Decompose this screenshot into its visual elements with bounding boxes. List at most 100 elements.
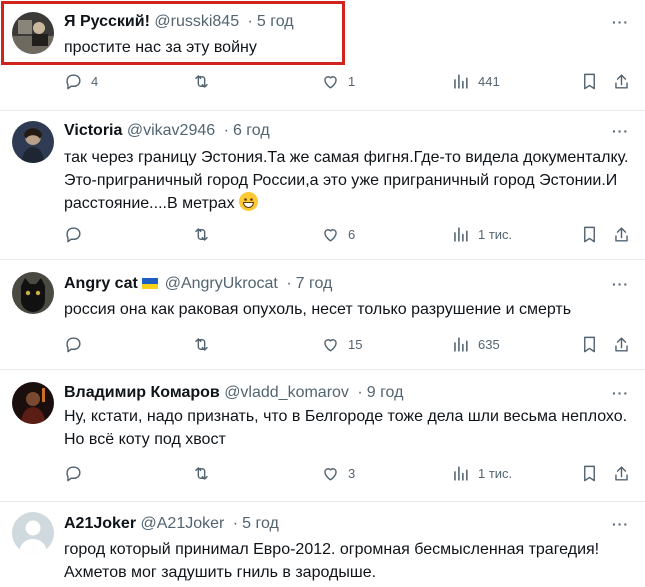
action-bar: 15 635	[0, 335, 645, 357]
avatar[interactable]	[12, 512, 54, 554]
display-name[interactable]: Angry cat	[64, 275, 138, 292]
reply-icon	[66, 337, 81, 353]
reply-button[interactable]	[64, 225, 91, 244]
share-button[interactable]	[612, 225, 631, 244]
divider	[0, 369, 645, 370]
timestamp[interactable]: 9 год	[367, 384, 404, 401]
retweet-button[interactable]	[192, 225, 219, 244]
share-button[interactable]	[612, 72, 631, 91]
retweet-icon	[195, 75, 208, 88]
views-count: 441	[478, 74, 500, 89]
views-button[interactable]: 1 тис.	[451, 225, 512, 244]
ukraine-flag-icon	[142, 278, 159, 289]
timestamp[interactable]: 5 год	[242, 515, 279, 532]
like-count: 15	[348, 337, 363, 352]
share-icon	[615, 74, 628, 89]
tweet-header: A21Joker @A21Joker · 5 год	[64, 514, 279, 534]
timestamp[interactable]: 6 год	[233, 122, 270, 139]
tweet-text: Ну, кстати, надо признать, что в Белгоро…	[64, 408, 628, 448]
reply-button[interactable]: 4	[64, 72, 98, 91]
more-icon[interactable]: ···	[612, 386, 629, 400]
views-count: 1 тис.	[478, 466, 513, 481]
action-bar: 3 1 тис.	[0, 464, 645, 486]
bookmark-icon	[584, 465, 595, 482]
action-bar: 4 1 441	[0, 72, 645, 94]
tweet-text: город который принимал Евро-2012. огромн…	[64, 541, 600, 581]
divider	[0, 501, 645, 502]
tweet-header: Владимир Комаров @vladd_komarov · 9 год	[64, 383, 403, 403]
separator-dot: ·	[223, 122, 229, 139]
bookmark-button[interactable]	[580, 464, 599, 483]
reply-icon	[66, 227, 81, 243]
avatar[interactable]	[12, 272, 54, 314]
views-button[interactable]: 1 тис.	[451, 464, 512, 483]
views-icon	[454, 227, 468, 242]
bookmark-icon	[584, 336, 595, 353]
like-button[interactable]: 3	[321, 464, 355, 483]
views-count: 635	[478, 337, 500, 352]
share-icon	[615, 337, 628, 352]
views-icon	[454, 337, 468, 352]
tweet-header: Angry cat @AngryUkrocat · 7 год	[64, 274, 332, 294]
reply-button[interactable]	[64, 464, 91, 483]
reply-button[interactable]	[64, 335, 91, 354]
user-handle[interactable]: @AngryUkrocat	[165, 275, 278, 292]
share-icon	[615, 466, 628, 481]
bookmark-button[interactable]	[580, 225, 599, 244]
retweet-button[interactable]	[192, 335, 219, 354]
separator-dot: ·	[357, 384, 363, 401]
views-icon	[454, 74, 468, 89]
bookmark-button[interactable]	[580, 335, 599, 354]
avatar[interactable]	[12, 121, 54, 163]
more-icon[interactable]: ···	[612, 124, 629, 138]
more-icon[interactable]: ···	[612, 277, 629, 291]
like-icon	[324, 468, 337, 481]
views-button[interactable]: 441	[451, 72, 500, 91]
tweet-text-body: так через границу Эстония.Та же самая фи…	[64, 149, 629, 212]
tweet-text: так через границу Эстония.Та же самая фи…	[64, 147, 629, 216]
views-count: 1 тис.	[478, 227, 513, 242]
views-icon	[454, 466, 468, 481]
user-handle[interactable]: @vladd_komarov	[224, 384, 349, 401]
user-handle[interactable]: @vikav2946	[127, 122, 215, 139]
display-name[interactable]: Victoria	[64, 122, 122, 139]
tweet-text: россия она как раковая опухоль, несет то…	[64, 301, 572, 318]
timestamp[interactable]: 7 год	[296, 275, 333, 292]
like-icon	[324, 229, 337, 242]
separator-dot: ·	[232, 515, 239, 532]
reply-count: 4	[91, 74, 99, 89]
like-count: 3	[348, 466, 356, 481]
like-icon	[324, 76, 337, 89]
separator-dot: ·	[286, 275, 292, 292]
more-icon[interactable]: ···	[612, 517, 629, 531]
display-name[interactable]: A21Joker	[64, 515, 136, 532]
like-button[interactable]: 15	[321, 335, 362, 354]
retweet-button[interactable]	[192, 464, 219, 483]
reply-icon	[66, 466, 81, 482]
divider	[0, 110, 645, 111]
like-icon	[324, 339, 337, 352]
display-name[interactable]: Владимир Комаров	[64, 384, 220, 401]
share-button[interactable]	[612, 464, 631, 483]
avatar[interactable]	[12, 382, 54, 424]
divider	[0, 259, 645, 260]
reply-icon	[66, 74, 81, 90]
user-handle[interactable]: @A21Joker	[141, 515, 225, 532]
like-count: 1	[348, 74, 356, 89]
bookmark-icon	[584, 226, 595, 243]
views-button[interactable]: 635	[451, 335, 500, 354]
bookmark-icon	[584, 73, 595, 90]
like-button[interactable]: 6	[321, 225, 355, 244]
grinning-emoji-icon	[238, 192, 258, 211]
like-button[interactable]: 1	[321, 72, 355, 91]
retweet-button[interactable]	[192, 72, 219, 91]
bookmark-button[interactable]	[580, 72, 599, 91]
share-icon	[615, 227, 628, 242]
share-button[interactable]	[612, 335, 631, 354]
tweet-header: Victoria @vikav2946 · 6 год	[64, 121, 270, 141]
more-icon[interactable]: ···	[612, 15, 629, 29]
retweet-icon	[195, 228, 208, 241]
action-bar: 6 1 тис.	[0, 225, 645, 247]
like-count: 6	[348, 227, 356, 242]
highlight-frame	[1, 1, 345, 65]
